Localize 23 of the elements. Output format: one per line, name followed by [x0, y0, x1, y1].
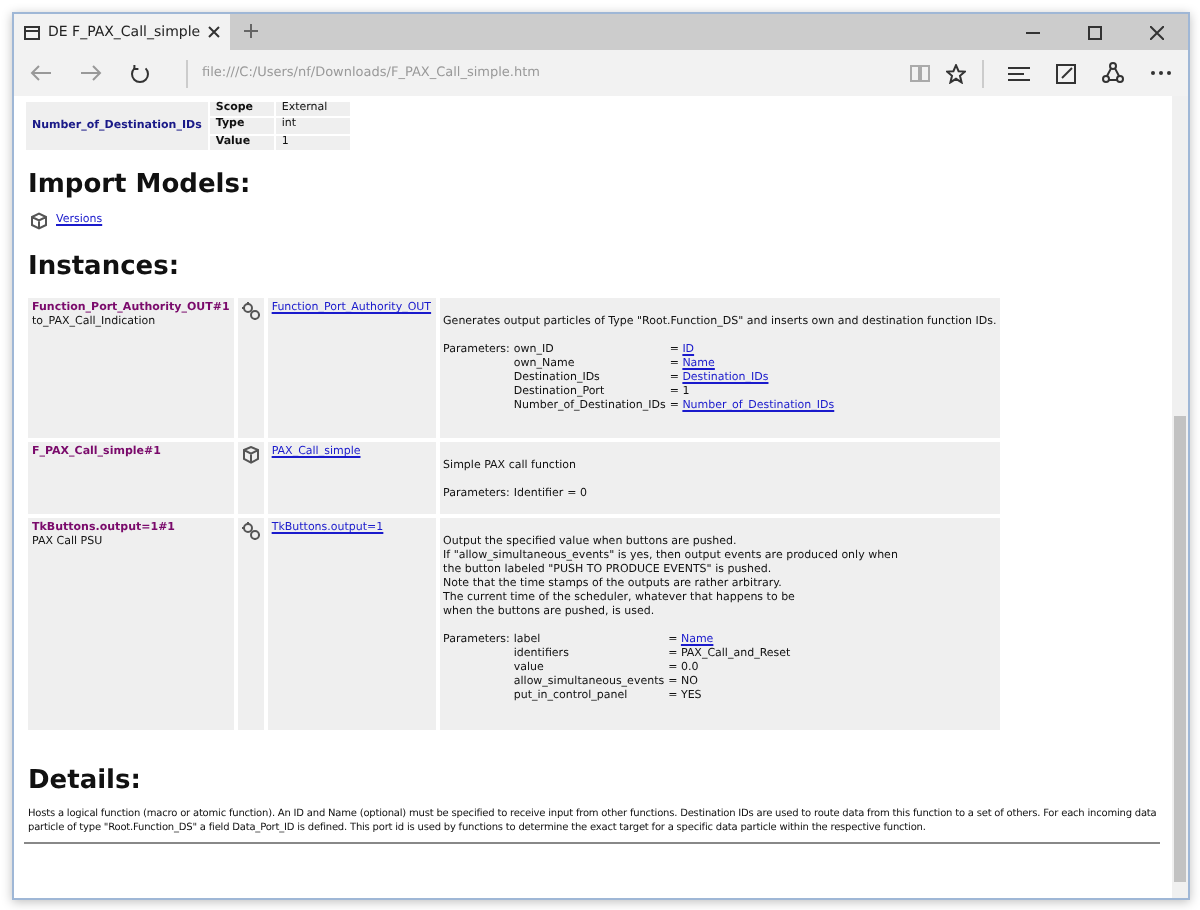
maximize-icon[interactable] [1088, 26, 1102, 40]
more-icon[interactable] [1150, 70, 1172, 76]
refresh-icon[interactable] [130, 63, 150, 83]
forward-arrow-icon[interactable] [80, 64, 102, 82]
gears-icon [241, 302, 260, 320]
close-icon[interactable] [208, 26, 221, 38]
new-tab-icon[interactable] [244, 24, 258, 38]
share-icon[interactable] [1102, 62, 1124, 84]
package-icon [241, 446, 260, 464]
scrollbar[interactable] [1172, 96, 1188, 898]
scrollbar-thumb[interactable] [1174, 416, 1186, 882]
close-icon[interactable] [1150, 26, 1164, 40]
minimize-icon[interactable] [1026, 26, 1040, 40]
back-arrow-icon[interactable] [30, 64, 52, 82]
section-heading: Details: [28, 766, 143, 796]
section-heading: Import Models: [28, 170, 253, 200]
section-heading: Instances: [28, 252, 182, 282]
hub-icon[interactable] [1008, 65, 1030, 81]
gears-icon [241, 522, 260, 540]
page-icon [24, 25, 40, 39]
star-icon[interactable] [946, 63, 966, 83]
pen-square-icon[interactable] [1056, 63, 1076, 83]
package-icon [30, 212, 48, 230]
